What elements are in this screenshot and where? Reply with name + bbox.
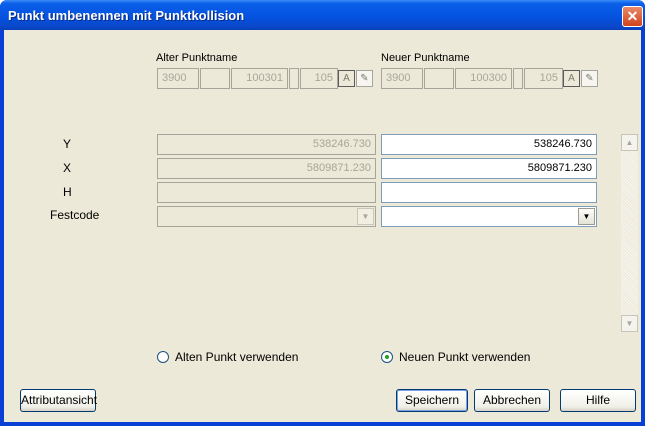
attribute-a-icon[interactable]: A bbox=[563, 70, 580, 87]
new-h-field[interactable] bbox=[381, 182, 597, 203]
new-point-part5: 105 bbox=[524, 68, 563, 89]
new-name-header: Neuer Punktname bbox=[381, 52, 470, 64]
vertical-scrollbar[interactable]: ▲ ▼ bbox=[621, 134, 638, 332]
old-y-field: 538246.730 bbox=[157, 134, 376, 155]
close-button[interactable]: ✕ bbox=[622, 6, 643, 27]
window-title: Punkt umbenennen mit Punktkollision bbox=[8, 8, 245, 23]
use-old-point-radio[interactable]: Alten Punkt verwenden bbox=[157, 350, 298, 364]
new-x-field[interactable]: 5809871.230 bbox=[381, 158, 597, 179]
new-festcode-select[interactable]: ▼ bbox=[381, 206, 597, 227]
use-new-point-label: Neuen Punkt verwenden bbox=[399, 350, 531, 364]
title-bar[interactable]: Punkt umbenennen mit Punktkollision ✕ bbox=[0, 0, 645, 30]
label-x: X bbox=[63, 161, 72, 175]
chevron-down-icon[interactable]: ▼ bbox=[578, 208, 595, 225]
label-h: H bbox=[63, 185, 72, 199]
old-point-part5: 105 bbox=[300, 68, 338, 89]
new-point-part4 bbox=[513, 68, 523, 89]
radio-dot-new[interactable] bbox=[381, 351, 393, 363]
save-button[interactable]: Speichern bbox=[396, 389, 468, 412]
scroll-up-icon[interactable]: ▲ bbox=[621, 134, 638, 151]
old-name-header: Alter Punktname bbox=[156, 52, 238, 64]
pencil-icon: ✎ bbox=[356, 70, 373, 87]
help-button[interactable]: Hilfe bbox=[560, 389, 636, 412]
dialog-body: Alter Punktname Neuer Punktname 3900 100… bbox=[4, 30, 641, 422]
radio-dot-old[interactable] bbox=[157, 351, 169, 363]
old-point-part2 bbox=[200, 68, 230, 89]
old-point-part3: 100301 bbox=[231, 68, 288, 89]
attribute-a-icon: A bbox=[338, 70, 355, 87]
old-x-field: 5809871.230 bbox=[157, 158, 376, 179]
use-old-point-label: Alten Punkt verwenden bbox=[175, 350, 299, 364]
cancel-button[interactable]: Abbrechen bbox=[474, 389, 550, 412]
old-point-part1: 3900 bbox=[157, 68, 199, 89]
chevron-down-icon: ▼ bbox=[357, 208, 374, 225]
old-h-field bbox=[157, 182, 376, 203]
old-point-part4 bbox=[289, 68, 299, 89]
scroll-down-icon[interactable]: ▼ bbox=[621, 315, 638, 332]
label-festcode: Festcode bbox=[50, 208, 100, 222]
new-point-part2 bbox=[424, 68, 454, 89]
new-point-part1: 3900 bbox=[381, 68, 423, 89]
dialog-window: Punkt umbenennen mit Punktkollision ✕ Al… bbox=[0, 0, 645, 426]
new-point-part3: 100300 bbox=[455, 68, 512, 89]
use-new-point-radio[interactable]: Neuen Punkt verwenden bbox=[381, 350, 530, 364]
new-y-field[interactable]: 538246.730 bbox=[381, 134, 597, 155]
attribute-view-button[interactable]: Attributansicht bbox=[20, 389, 97, 412]
label-y: Y bbox=[63, 137, 72, 151]
pencil-icon[interactable]: ✎ bbox=[581, 70, 598, 87]
old-festcode-select: ▼ bbox=[157, 206, 376, 227]
